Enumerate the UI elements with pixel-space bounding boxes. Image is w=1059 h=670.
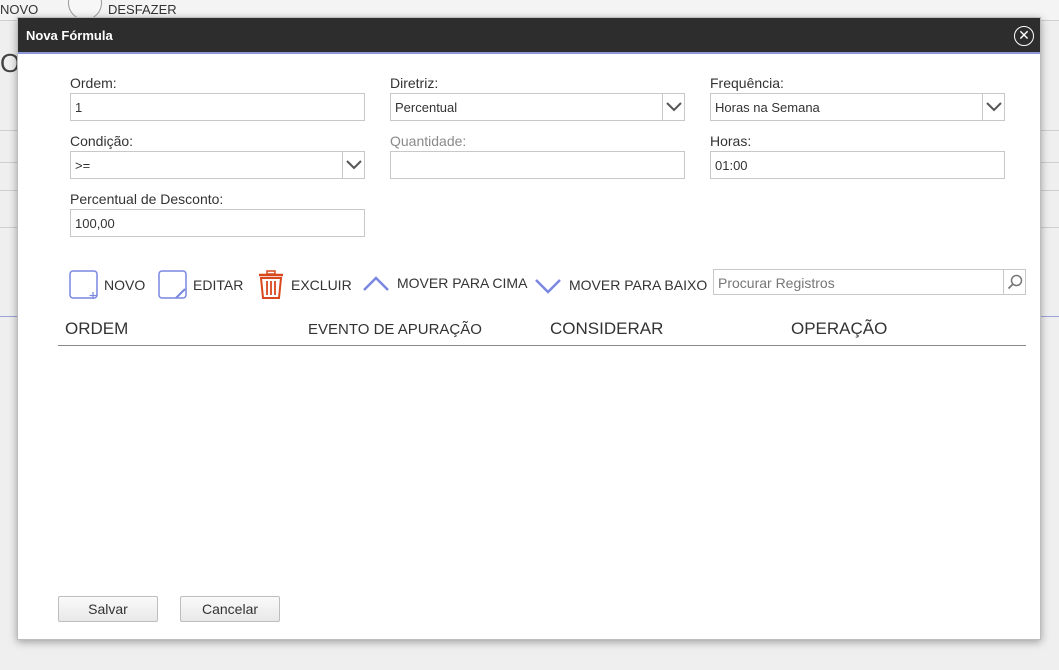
move-down-label: MOVER PARA BAIXO — [569, 277, 708, 293]
diretriz-label: Diretriz: — [390, 75, 439, 91]
ordem-label: Ordem: — [70, 75, 117, 91]
percentual-input[interactable] — [70, 209, 365, 237]
chevron-up-icon — [363, 276, 389, 291]
condicao-value: >= — [75, 158, 91, 173]
background-new-button[interactable]: NOVO — [0, 2, 38, 17]
quantidade-input[interactable] — [390, 151, 685, 179]
chevron-down-icon — [535, 279, 561, 294]
edit-document-icon — [158, 270, 187, 299]
edit-record-label: EDITAR — [193, 277, 244, 293]
move-up-label: MOVER PARA CIMA — [397, 275, 528, 291]
frequencia-label: Frequência: — [710, 75, 784, 91]
frequencia-select[interactable]: Horas na Semana — [710, 93, 1005, 121]
horas-input[interactable] — [710, 151, 1005, 179]
chevron-down-icon[interactable] — [662, 94, 684, 120]
quantidade-label: Quantidade: — [390, 133, 467, 149]
column-header-evento[interactable]: EVENTO DE APURAÇÃO — [308, 321, 482, 338]
edit-record-button[interactable]: EDITAR — [158, 270, 243, 300]
horas-label: Horas: — [710, 133, 752, 149]
move-down-button[interactable]: MOVER PARA BAIXO — [534, 272, 707, 298]
diretriz-value: Percentual — [395, 100, 458, 115]
frequencia-value: Horas na Semana — [715, 100, 820, 115]
new-record-button[interactable]: NOVO — [69, 270, 145, 300]
column-header-considerar[interactable]: CONSIDERAR — [550, 319, 663, 339]
close-icon[interactable]: ✕ — [1014, 26, 1034, 46]
diretriz-select[interactable]: Percentual — [390, 93, 685, 121]
search-input[interactable]: Procurar Registros — [713, 269, 1026, 295]
new-document-icon — [69, 270, 98, 299]
save-button[interactable]: Salvar — [58, 596, 158, 622]
chevron-down-icon[interactable] — [342, 152, 364, 178]
new-formula-dialog: Nova Fórmula ✕ Ordem: Diretriz: Percentu… — [17, 17, 1041, 640]
move-up-button[interactable]: MOVER PARA CIMA — [362, 270, 527, 296]
new-record-label: NOVO — [104, 277, 146, 293]
cancel-button[interactable]: Cancelar — [180, 596, 280, 622]
search-placeholder: Procurar Registros — [718, 275, 835, 291]
search-icon[interactable] — [1003, 270, 1025, 294]
chevron-down-icon[interactable] — [982, 94, 1004, 120]
dialog-title: Nova Fórmula — [26, 28, 113, 43]
delete-record-button[interactable]: EXCLUIR — [256, 270, 352, 300]
trash-icon — [259, 270, 283, 299]
column-header-operacao[interactable]: OPERAÇÃO — [791, 319, 887, 339]
delete-record-label: EXCLUIR — [291, 277, 352, 293]
background-undo-button[interactable]: DESFAZER — [108, 2, 177, 17]
percentual-label: Percentual de Desconto: — [70, 191, 224, 207]
table-body — [58, 347, 1026, 577]
ordem-input[interactable] — [70, 93, 365, 121]
column-header-ordem[interactable]: ORDEM — [65, 319, 128, 339]
dialog-titlebar: Nova Fórmula ✕ — [18, 18, 1040, 54]
table-header: ORDEM EVENTO DE APURAÇÃO CONSIDERAR OPER… — [58, 310, 1026, 346]
condicao-select[interactable]: >= — [70, 151, 365, 179]
condicao-label: Condição: — [70, 133, 134, 149]
